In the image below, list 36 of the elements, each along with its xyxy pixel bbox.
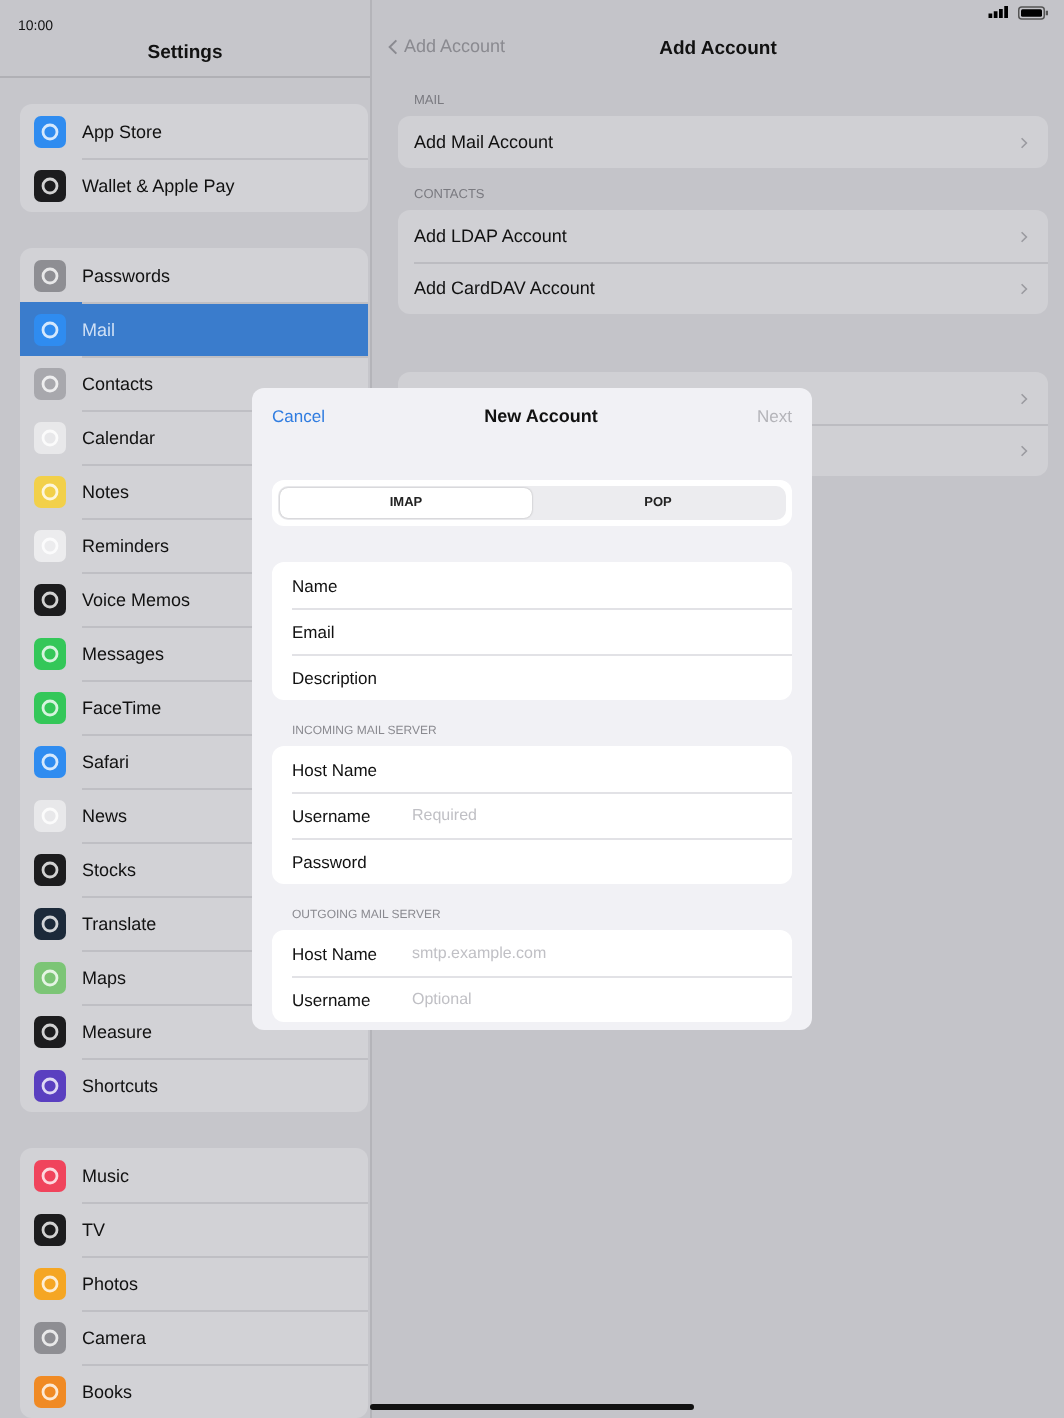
input-field[interactable]: Required <box>412 799 792 831</box>
chevron-icon <box>1020 281 1028 295</box>
sidebar-item[interactable]: TV <box>20 1202 368 1256</box>
form-field[interactable]: Email <box>272 608 792 654</box>
form-field[interactable]: Description <box>272 654 792 700</box>
form-field[interactable]: Username Required <box>272 792 792 838</box>
chevron-icon <box>1020 391 1028 405</box>
account-type-row[interactable]: Add LDAP Account <box>398 210 1048 262</box>
form-field[interactable]: Password <box>272 838 792 884</box>
battery-icon <box>1018 5 1048 19</box>
sidebar-item[interactable]: Music <box>20 1148 368 1202</box>
page-title: Add Account <box>659 38 777 60</box>
chevron-icon <box>1020 135 1028 149</box>
sidebar-item[interactable]: Camera <box>20 1310 368 1364</box>
sidebar-title: Settings <box>147 41 223 63</box>
sidebar-item[interactable]: Books <box>20 1364 368 1418</box>
dialog-title: New Account <box>484 406 598 426</box>
signal-icon <box>988 6 1010 18</box>
form-field[interactable]: Host Name <box>272 746 792 792</box>
chevron-icon <box>1020 229 1028 243</box>
input-field[interactable]: smtp.example.com <box>412 937 792 969</box>
sidebar-item[interactable]: Photos <box>20 1256 368 1310</box>
cancel-button[interactable]: Cancel <box>272 406 325 426</box>
form-field[interactable]: Name <box>272 562 792 608</box>
sidebar-item[interactable]: Wallet & Apple Pay <box>20 158 368 212</box>
sidebar-item[interactable]: App Store <box>20 104 368 158</box>
back-chevron-icon <box>388 37 398 55</box>
sidebar-item[interactable]: Passwords <box>20 248 368 302</box>
input-field[interactable]: Optional <box>412 983 792 1015</box>
account-type-row[interactable]: Add Mail Account <box>398 116 1048 168</box>
form-field[interactable]: Username Optional <box>272 976 792 1022</box>
chevron-icon <box>1020 443 1028 457</box>
sidebar-item[interactable]: Contacts <box>20 356 368 410</box>
account-type-row[interactable]: Add CardDAV Account <box>398 262 1048 314</box>
sidebar-item[interactable]: Shortcuts <box>20 1058 368 1112</box>
form-field[interactable]: Host Name smtp.example.com <box>272 930 792 976</box>
